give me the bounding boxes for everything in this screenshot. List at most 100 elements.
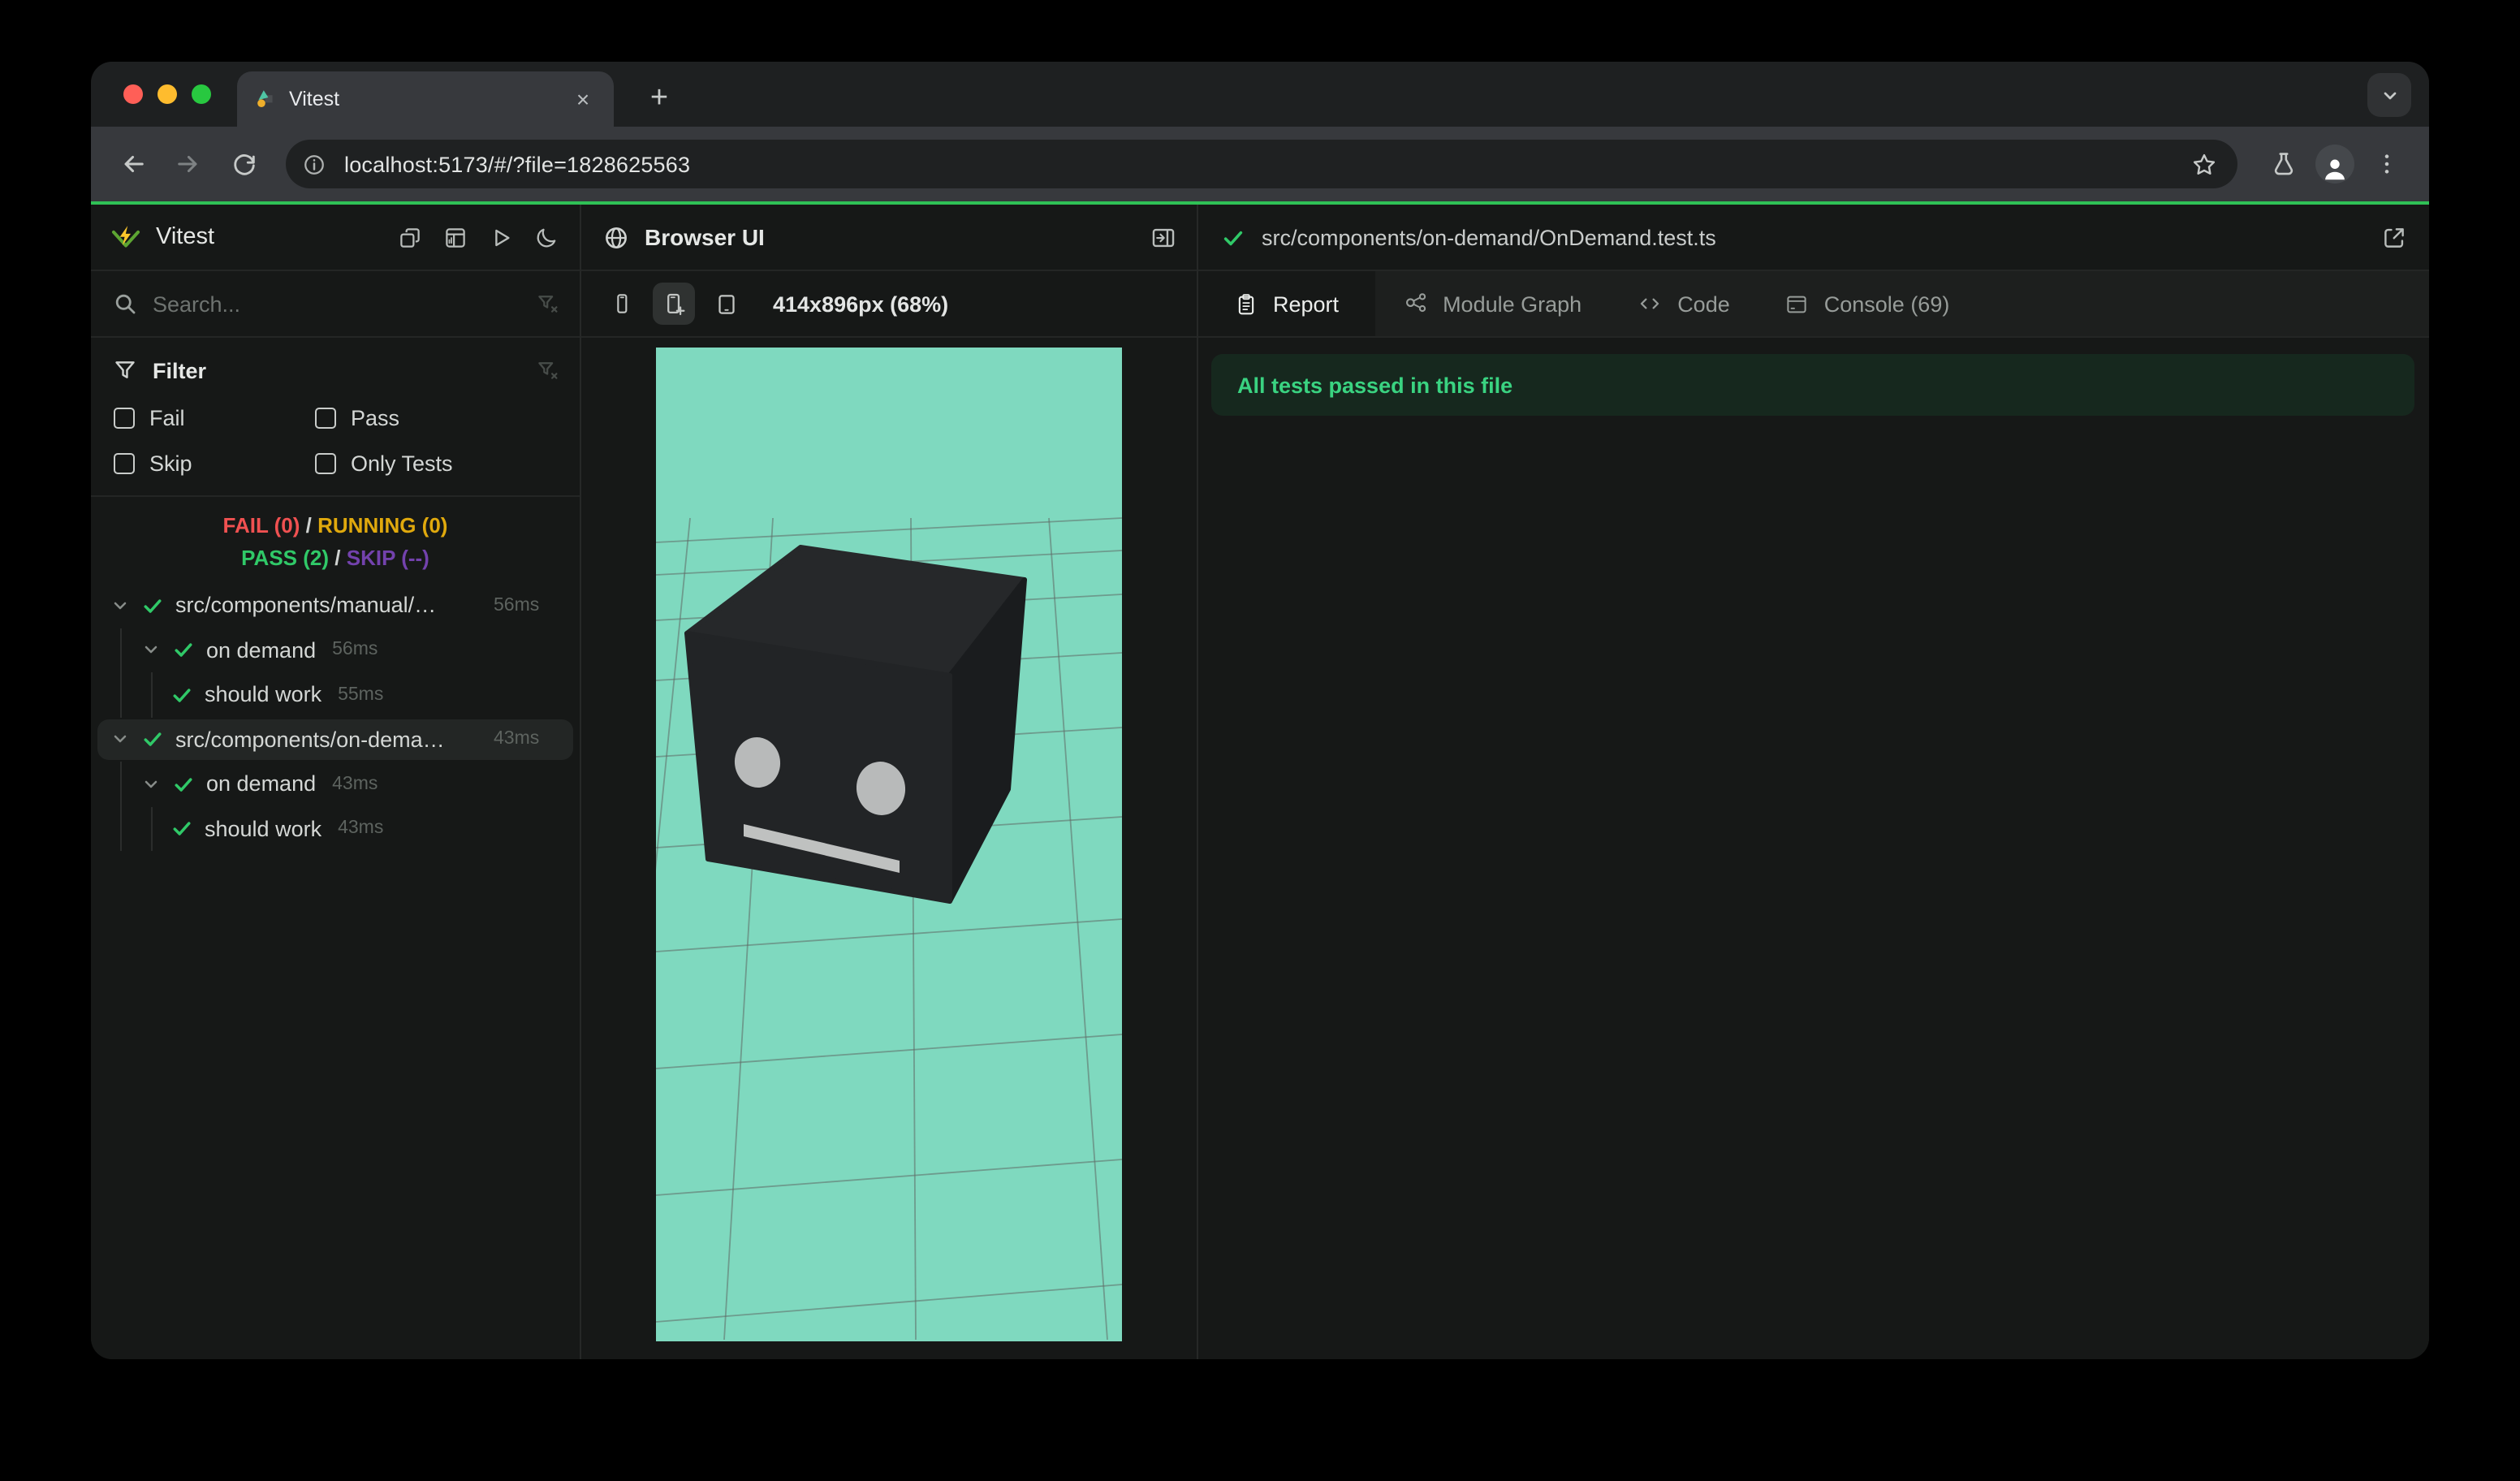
filter-option-fail[interactable]: Fail [114,406,315,430]
funnel-icon [115,361,135,378]
url-text: localhost:5173/#/?file=1828625563 [344,152,691,176]
bookmark-star-icon[interactable] [2186,146,2221,182]
browser-tab-vitest[interactable]: Vitest × [237,71,614,127]
filter-option-pass[interactable]: Pass [315,406,559,430]
tree-row-file[interactable]: src/components/manual/… 56ms [91,583,580,628]
forward-button[interactable] [166,141,211,187]
chevron-down-icon [2383,91,2396,99]
tab-strip: Vitest × + [91,62,2429,127]
file-path-row: src/components/on-demand/OnDemand.test.t… [1198,205,2429,271]
close-window-button[interactable] [123,84,143,104]
fail-count: FAIL (0) [222,513,300,538]
device-toolbar: 414x896px (68%) [581,271,1197,338]
open-panel-right-icon[interactable] [1150,223,1177,251]
minimize-window-button[interactable] [158,84,177,104]
profile-avatar[interactable] [2315,145,2354,184]
device-stage [581,338,1197,1359]
tab-report[interactable]: Report [1198,271,1375,336]
filter-title: Filter [153,358,207,382]
browser-ui-panel: Browser UI 414x896px (68%) [581,205,1198,1359]
tab-module-graph[interactable]: Module Graph [1374,271,1609,336]
chevron-down-icon[interactable] [141,775,161,794]
pass-check-icon [170,684,193,706]
device-phone-plus-icon[interactable] [653,283,695,325]
filter-panel: Filter Fail Pass Skip Only Tests [91,338,580,497]
sidebar: Vitest Search... Filter Fail Pass Skip O… [91,205,581,1359]
test-file-label: src/components/manual/… [175,593,437,618]
clear-filters-icon[interactable] [536,359,559,382]
checkbox-skip[interactable] [114,453,135,474]
zoom-window-button[interactable] [192,84,211,104]
device-phone-small-icon[interactable] [601,283,643,325]
site-info-icon[interactable] [296,146,331,182]
checkbox-only-tests[interactable] [315,453,336,474]
test-summary: FAIL (0) / RUNNING (0) PASS (2) / SKIP (… [91,497,580,583]
robot-cube-scene [656,348,1122,1341]
tree-row-suite[interactable]: on demand 56ms [91,628,580,672]
filter-option-skip[interactable]: Skip [114,451,315,476]
filter-label: Fail [149,406,185,430]
summary-line-2: PASS (2) / SKIP (--) [91,542,580,573]
vitest-favicon-icon [257,90,273,107]
separator: / [305,513,312,538]
file-path: src/components/on-demand/OnDemand.test.t… [1262,225,1716,249]
tab-label: Module Graph [1443,291,1582,316]
browser-ui-header: Browser UI [581,205,1197,271]
test-label: should work [205,816,322,841]
back-button[interactable] [110,141,156,187]
robot-cube [684,545,1027,904]
pass-check-icon [141,594,164,617]
pass-check-icon [1223,230,1243,245]
reload-button[interactable] [221,141,266,187]
sidebar-header: Vitest [91,205,580,271]
tree-row-file-selected[interactable]: src/components/on-dema… 43ms [91,717,580,762]
app-title: Vitest [156,224,215,250]
collapse-windows-icon[interactable] [398,225,422,249]
test-duration: 55ms [338,684,384,705]
browser-ui-title: Browser UI [645,224,765,250]
test-duration: 56ms [494,595,540,615]
dashboard-icon[interactable] [443,225,468,249]
checkbox-pass[interactable] [315,408,336,429]
run-all-play-icon[interactable] [489,225,513,249]
tree-row-test[interactable]: should work 43ms [91,806,580,851]
tab-search-button[interactable] [2367,73,2411,117]
vitest-app: Vitest Search... Filter Fail Pass Skip O… [91,205,2429,1359]
pass-count: PASS (2) [241,545,329,569]
tab-label: Code [1677,291,1730,316]
console-icon [1788,295,1807,313]
indent-guide [120,628,122,672]
device-tablet-icon[interactable] [705,283,747,325]
report-panel: src/components/on-demand/OnDemand.test.t… [1198,205,2429,1359]
vitest-logo-icon [111,225,140,247]
dark-mode-moon-icon[interactable] [534,225,559,249]
filter-label: Only Tests [351,451,453,476]
chevron-down-icon[interactable] [110,730,130,749]
tab-console[interactable]: Console (69) [1758,271,1978,336]
new-tab-button[interactable]: + [636,76,682,122]
tab-label: Console (69) [1823,291,1950,316]
search-input[interactable] [153,291,520,316]
test-label: should work [205,682,322,707]
tested-page-viewport[interactable] [656,348,1122,1341]
url-bar[interactable]: localhost:5173/#/?file=1828625563 [286,140,2237,188]
tab-close-icon[interactable]: × [568,84,598,114]
report-body: All tests passed in this file [1198,338,2429,1359]
tree-row-test[interactable]: should work 55ms [91,672,580,717]
filter-label: Pass [351,406,400,430]
tree-row-suite[interactable]: on demand 43ms [91,762,580,806]
tab-code[interactable]: Code [1609,271,1758,336]
experiments-flask-icon[interactable] [2260,141,2306,187]
chevron-down-icon[interactable] [110,596,130,615]
pass-check-icon [172,639,195,662]
indent-guide [120,762,122,806]
viewport-size-label: 414x896px (68%) [773,291,949,316]
filter-option-only-tests[interactable]: Only Tests [315,451,559,476]
open-external-icon[interactable] [2380,223,2408,251]
checkbox-fail[interactable] [114,408,135,429]
test-tree: src/components/manual/… 56ms on demand 5… [91,583,580,1359]
menu-kebab-icon[interactable] [2364,141,2410,187]
chevron-down-icon[interactable] [141,641,161,660]
clear-search-filter-icon[interactable] [536,292,559,315]
pass-check-icon [141,728,164,751]
